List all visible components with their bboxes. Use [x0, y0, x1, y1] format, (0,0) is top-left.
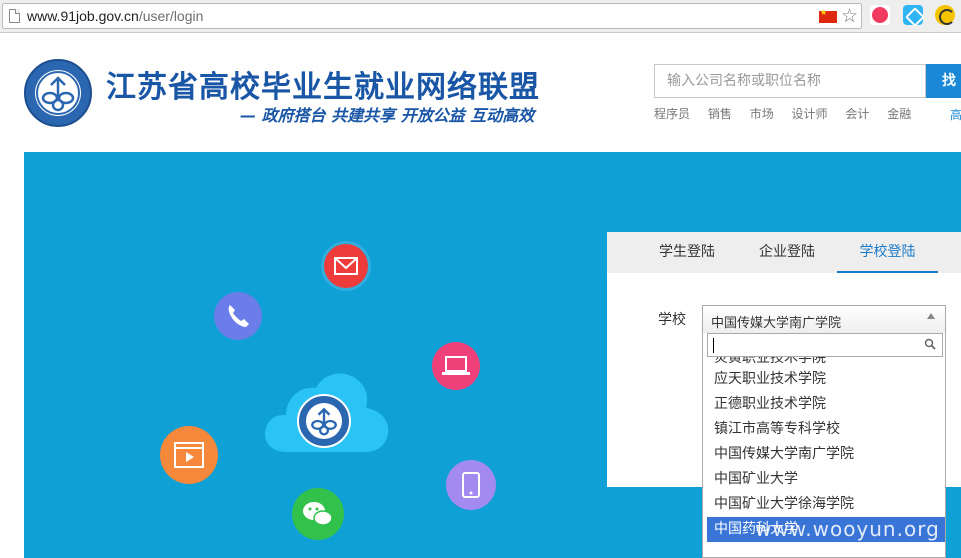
phone-icon — [214, 292, 262, 340]
watermark: www.wooyun.org — [755, 517, 940, 541]
hot-link[interactable]: 销售 — [708, 107, 732, 121]
extension-red-icon[interactable] — [870, 5, 890, 25]
login-tabs: 学生登陆 企业登陆 学校登陆 — [607, 232, 961, 273]
tablet-icon — [446, 460, 496, 510]
address-bar[interactable]: www.91job.gov.cn/user/login ☆ — [2, 3, 862, 29]
school-option[interactable]: 炎黄职业技术学院 — [707, 357, 945, 367]
tab-school-login[interactable]: 学校登陆 — [837, 232, 938, 273]
job-search-input[interactable]: 输入公司名称或职位名称 — [654, 64, 926, 98]
wechat-icon — [292, 488, 344, 540]
school-option[interactable]: 中国传媒大学南广学院 — [707, 442, 945, 467]
school-option[interactable]: 中国矿业大学徐海学院 — [707, 492, 945, 517]
extension-yellow-icon[interactable] — [935, 5, 955, 25]
url-text[interactable]: www.91job.gov.cn/user/login — [27, 8, 203, 24]
page-icon — [9, 9, 20, 23]
chevron-up-icon — [927, 313, 935, 319]
bookmark-star-icon[interactable]: ☆ — [841, 5, 858, 27]
hot-link[interactable]: 会计 — [845, 107, 869, 121]
school-option[interactable]: 应天职业技术学院 — [707, 367, 945, 392]
site-header: 江苏省高校毕业生就业网络联盟 — 政府搭台 共建共享 开放公益 互动高效 输入公… — [0, 34, 961, 152]
school-options-list: 炎黄职业技术学院 应天职业技术学院 正德职业技术学院 镇江市高等专科学校 中国传… — [707, 357, 945, 542]
logo-emblem-icon — [35, 70, 81, 116]
cloud-logo-emblem-icon — [297, 394, 351, 448]
hot-search-links: 程序员 销售 市场 设计师 会计 金融 — [654, 105, 925, 122]
hot-link-more[interactable]: 高 — [950, 106, 961, 123]
url-domain: www.91job.gov.cn — [27, 8, 139, 24]
school-option[interactable]: 镇江市高等专科学校 — [707, 417, 945, 442]
site-logo[interactable] — [24, 59, 92, 127]
text-caret — [713, 338, 714, 353]
browser-toolbar: www.91job.gov.cn/user/login ☆ — [0, 0, 961, 33]
school-select[interactable]: 中国传媒大学南广学院 — [702, 305, 946, 333]
school-option[interactable]: 中国矿业大学 — [707, 467, 945, 492]
hot-link[interactable]: 程序员 — [654, 107, 690, 121]
search-icon — [924, 338, 936, 350]
laptop-icon — [432, 342, 480, 390]
hot-link[interactable]: 市场 — [750, 107, 774, 121]
video-player-icon — [160, 426, 218, 484]
tab-company-login[interactable]: 企业登陆 — [747, 232, 827, 273]
site-slogan: — 政府搭台 共建共享 开放公益 互动高效 — [240, 106, 535, 125]
mail-icon — [324, 244, 368, 288]
page-root: www.91job.gov.cn/user/login ☆ 江苏省高校毕业生就业… — [0, 0, 961, 558]
china-flag-icon — [819, 8, 837, 23]
site-title: 江苏省高校毕业生就业网络联盟 — [106, 70, 540, 105]
school-filter-input[interactable] — [707, 333, 943, 357]
hot-link[interactable]: 金融 — [887, 107, 911, 121]
hot-link[interactable]: 设计师 — [792, 107, 828, 121]
url-path: /user/login — [138, 8, 204, 24]
school-field-label: 学校 — [658, 312, 686, 328]
extension-blue-icon[interactable] — [903, 5, 923, 25]
school-select-value: 中国传媒大学南广学院 — [711, 316, 842, 331]
job-search-button[interactable]: 找工 — [926, 64, 961, 123]
tab-student-login[interactable]: 学生登陆 — [647, 232, 727, 273]
school-option[interactable]: 正德职业技术学院 — [707, 392, 945, 417]
